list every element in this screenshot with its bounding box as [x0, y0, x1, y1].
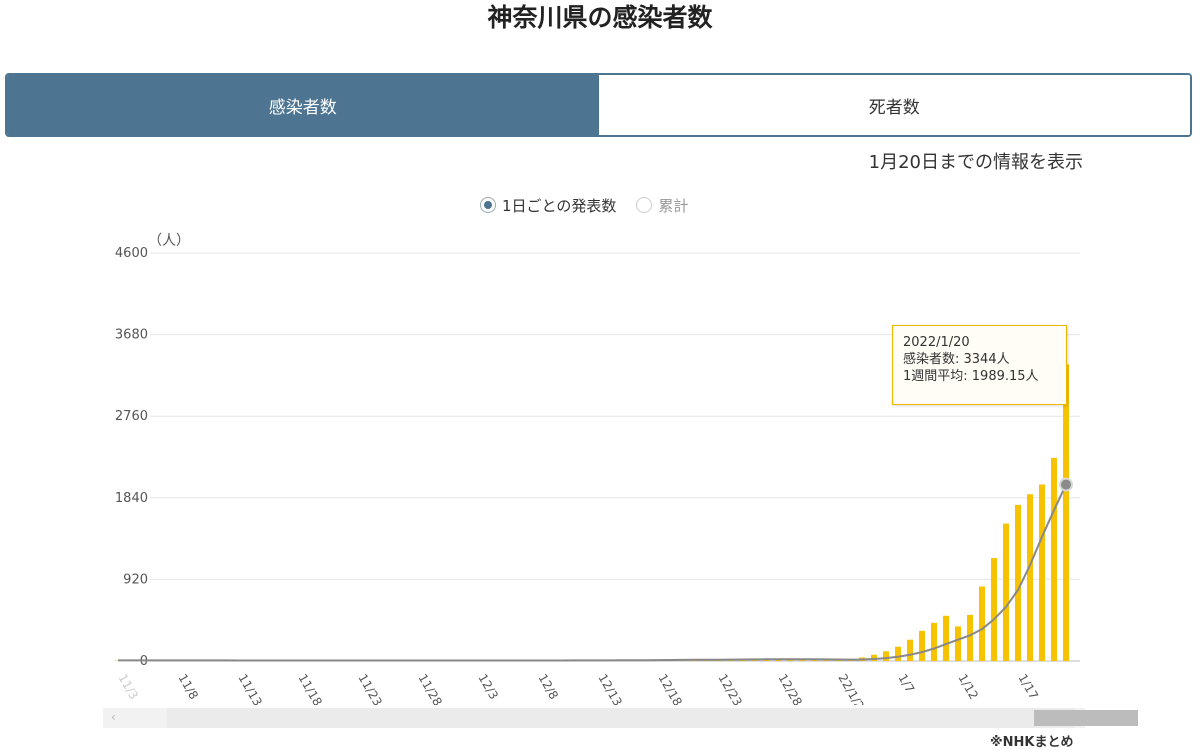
- bar[interactable]: [1063, 364, 1069, 661]
- tooltip-date: 2022/1/20: [903, 334, 1056, 351]
- x-tick-label: 1/17: [1015, 672, 1041, 702]
- as-of-text: 1月20日までの情報を表示: [869, 148, 1083, 174]
- view-mode-radios: 1日ごとの発表数 累計: [480, 194, 708, 216]
- chart-scrollbar[interactable]: ‹ ›: [103, 708, 1085, 728]
- x-tick-label: 22/1/2: [835, 672, 866, 706]
- x-tick-label: 12/3: [475, 672, 501, 702]
- bar[interactable]: [1015, 505, 1021, 661]
- x-tick-label: 12/23: [715, 672, 744, 706]
- x-tick-label: 11/28: [415, 672, 444, 706]
- bar[interactable]: [931, 623, 937, 661]
- x-tick-label: 11/8: [175, 672, 201, 702]
- hover-point[interactable]: [1060, 479, 1072, 491]
- bar[interactable]: [1003, 524, 1009, 661]
- x-tick-label: 1/7: [895, 672, 917, 696]
- bar[interactable]: [979, 586, 985, 661]
- bar[interactable]: [991, 558, 997, 661]
- bar[interactable]: [943, 616, 949, 661]
- x-tick-label: 11/13: [235, 672, 264, 706]
- y-tick-label: 2760: [115, 409, 148, 424]
- scroll-left-icon[interactable]: ‹: [111, 710, 116, 724]
- scroll-track[interactable]: [167, 708, 1075, 728]
- radio-cumulative[interactable]: 累計: [636, 195, 688, 216]
- y-tick-label: 920: [123, 572, 148, 587]
- x-tick-label: 11/23: [355, 672, 384, 706]
- x-tick-label: 11/3: [115, 672, 141, 702]
- bar[interactable]: [1039, 484, 1045, 661]
- metric-tabs: 感染者数 死者数: [5, 73, 1192, 137]
- x-tick-label: 11/18: [295, 672, 324, 706]
- x-tick-label: 1/12: [955, 672, 981, 702]
- tab-cases[interactable]: 感染者数: [7, 75, 599, 135]
- source-note: ※NHKまとめ: [990, 731, 1073, 750]
- bar[interactable]: [907, 640, 913, 661]
- radio-daily-label: 1日ごとの発表数: [502, 195, 616, 216]
- bar[interactable]: [919, 631, 925, 661]
- radio-daily[interactable]: 1日ごとの発表数: [480, 195, 616, 216]
- x-tick-label: 12/13: [595, 672, 624, 706]
- data-tooltip: 2022/1/20 感染者数: 3344人 1週間平均: 1989.15人: [892, 325, 1067, 405]
- y-tick-label: 4600: [115, 246, 148, 261]
- scroll-right-icon[interactable]: ›: [1078, 710, 1083, 724]
- x-tick-label: 12/28: [775, 672, 804, 706]
- radio-selected-icon: [480, 197, 496, 213]
- bar[interactable]: [1027, 494, 1033, 661]
- y-tick-label: 3680: [115, 328, 148, 343]
- tooltip-cases: 感染者数: 3344人: [903, 351, 1056, 368]
- bar[interactable]: [955, 626, 961, 661]
- radio-cumulative-label: 累計: [658, 195, 688, 216]
- x-tick-label: 12/8: [535, 672, 561, 702]
- y-tick-label: 0: [140, 654, 148, 669]
- bar[interactable]: [895, 647, 901, 661]
- y-tick-label: 1840: [115, 491, 148, 506]
- scroll-thumb[interactable]: [1034, 710, 1138, 726]
- cases-chart: 0 920 1840 2760 3680 4600 11/3 11/8 11/13 11/18 1…: [0, 225, 1200, 705]
- y-unit-label: （人）: [148, 233, 190, 249]
- bar[interactable]: [883, 651, 889, 661]
- tooltip-average: 1週間平均: 1989.15人: [903, 368, 1056, 385]
- page-title: 神奈川県の感染者数: [0, 0, 1200, 40]
- radio-unselected-icon: [636, 197, 652, 213]
- bar[interactable]: [967, 615, 973, 661]
- x-tick-label: 12/18: [655, 672, 684, 706]
- bar[interactable]: [1051, 458, 1057, 661]
- tab-deaths[interactable]: 死者数: [599, 75, 1191, 135]
